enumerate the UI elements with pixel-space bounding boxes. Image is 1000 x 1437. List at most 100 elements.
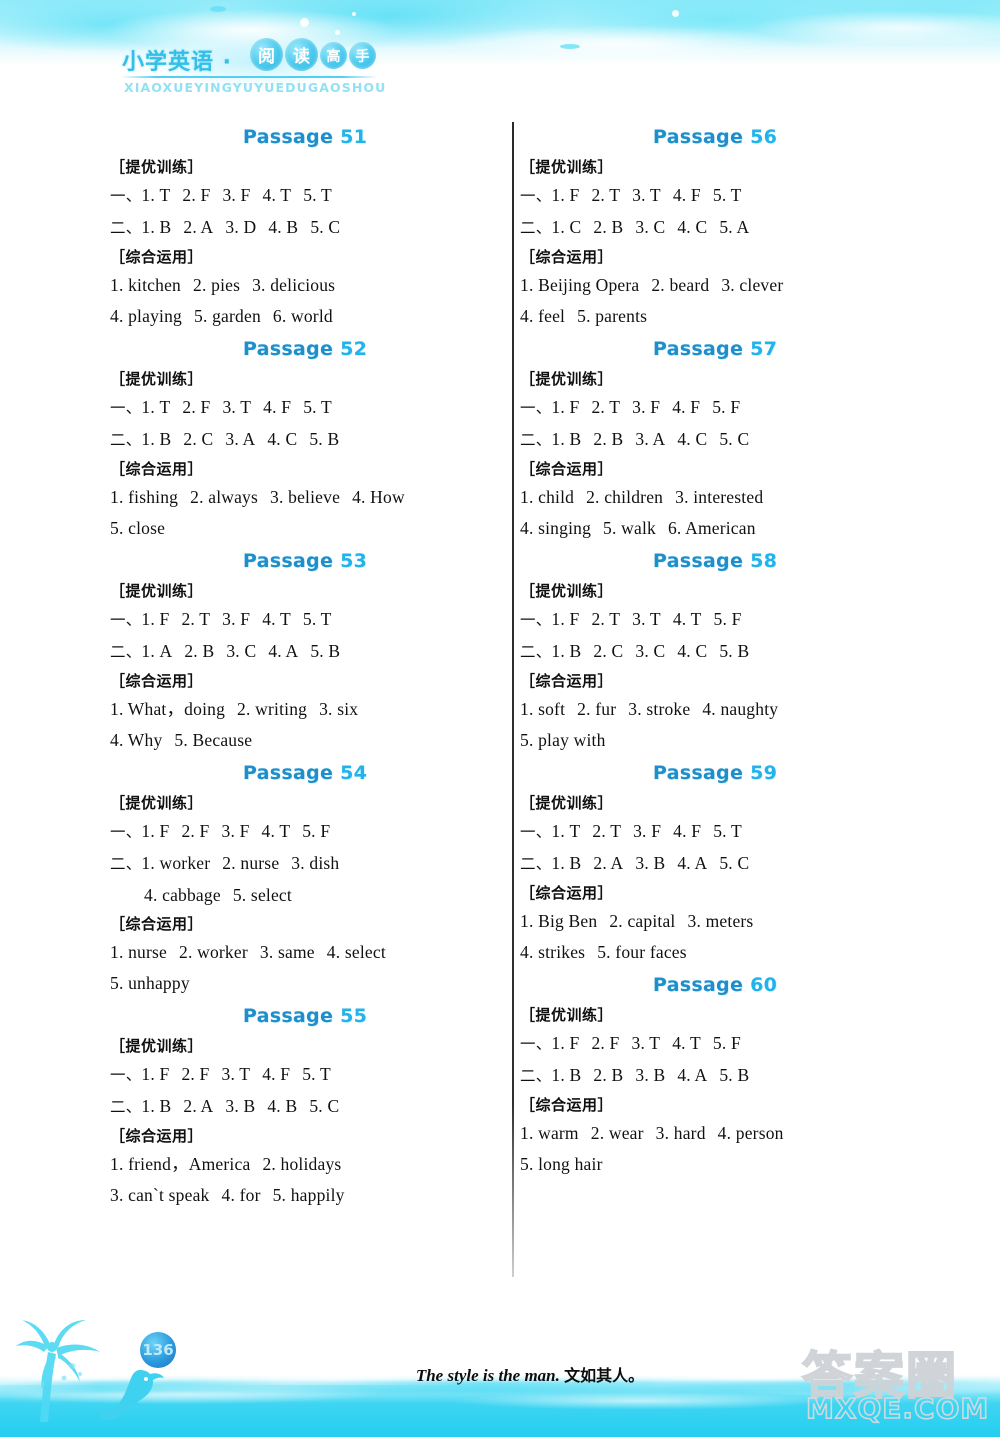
answer-line: 4. cabbage 5. select [110, 880, 500, 911]
footer-quote-cn: 文如其人。 [564, 1366, 645, 1385]
answer-item: 1. B [141, 429, 172, 449]
answer-line: 二、1. B 2. B 3. B 4. A 5. B [520, 1060, 910, 1092]
answer-item: 4. F [672, 397, 701, 417]
answer-item: 5. T [303, 397, 332, 417]
answer-line: 二、1. B 2. C 3. C 4. C 5. B [520, 636, 910, 668]
section-heading-comprehensive: ［综合运用］ [520, 1096, 614, 1114]
answer-line: 一、1. T 2. T 3. F 4. F 5. T [520, 816, 910, 848]
answer-line: 一、1. F 2. T 3. F 4. F 5. F [520, 392, 910, 424]
answer-item: 3. B [635, 853, 666, 873]
answer-item: 2. A [183, 217, 214, 237]
passage-title-word: Passage [242, 1005, 334, 1027]
answer-line: 一、1. F 2. F 3. T 4. F 5. T [110, 1059, 500, 1091]
answer-item: 2. A [593, 853, 624, 873]
answer-item: 1. B [551, 641, 582, 661]
answer-item: 3. A [635, 429, 666, 449]
answer-line: 一、1. F 2. T 3. T 4. T 5. F [520, 604, 910, 636]
answer-item: 1. T [141, 185, 171, 205]
section-heading-training: ［提优训练］ [520, 582, 614, 600]
answer-item: 1. B [141, 217, 172, 237]
passage-title-word: Passage [652, 762, 744, 784]
passage-title: Passage 58 [520, 550, 910, 572]
answer-item: 5. A [719, 217, 750, 237]
answer-item: 1. fishing [110, 487, 179, 507]
answer-item: 1. F [551, 185, 580, 205]
answer-item: 1. friend，America [110, 1154, 251, 1174]
answer-item: 5. four faces [597, 942, 687, 962]
section-heading-comprehensive: ［综合运用］ [110, 1127, 204, 1145]
passage-title: Passage 57 [520, 338, 910, 360]
passage-block: Passage 55 ［提优训练］ 一、1. F 2. F 3. T 4. F 5. T 二、… [110, 1005, 500, 1211]
answer-key-body: Passage 51 ［提优训练］ 一、1. T 2. F 3. F 4. T 5. T 二、… [0, 120, 1000, 1280]
book-title-logo: 小学英语 · 阅 读 高 手 XIAOXUEYINGYUYUEDUGAOSHOU [104, 26, 404, 104]
answer-column-left: Passage 51 ［提优训练］ 一、1. T 2. F 3. F 4. T 5. T 二、… [110, 120, 500, 1215]
answer-item: 3. C [635, 641, 666, 661]
section-heading-comprehensive: ［综合运用］ [520, 460, 614, 478]
answer-line-lead: 一、 [110, 1066, 142, 1084]
answer-item: 3. interested [675, 487, 764, 507]
answer-item: 1. T [141, 397, 171, 417]
answer-item: 2. B [593, 217, 624, 237]
answer-item: 4. person [717, 1123, 784, 1143]
answer-item: 1. F [141, 609, 170, 629]
answer-item: 5. select [232, 885, 292, 905]
logo-bubble-group: 阅 读 高 手 [250, 38, 376, 71]
answer-line: 5. close [110, 513, 500, 544]
answer-line: 1. child 2. children 3. interested [520, 482, 910, 513]
answer-line: 1. fishing 2. always 3. believe 4. How [110, 482, 500, 513]
passage-title: Passage 52 [110, 338, 500, 360]
section-heading-comprehensive: ［综合运用］ [110, 915, 204, 933]
logo-bubble-char: 高 [320, 42, 347, 69]
answer-line: 一、1. F 2. T 3. T 4. F 5. T [520, 180, 910, 212]
answer-item: 3. F [632, 397, 661, 417]
passage-title: Passage 51 [110, 126, 500, 148]
passage-title-number: 54 [340, 762, 368, 784]
answer-item: 3. C [226, 641, 257, 661]
answer-item: 3. same [259, 942, 315, 962]
answer-line: 二、1. B 2. A 3. B 4. B 5. C [110, 1091, 500, 1123]
answer-line: 3. can`t speak 4. for 5. happily [110, 1180, 500, 1211]
answer-item: 4. F [262, 1064, 291, 1084]
answer-line: 5. unhappy [110, 968, 500, 999]
answer-item: 2. T [591, 185, 621, 205]
answer-item: 4. T [672, 1033, 701, 1053]
answer-line: 二、1. B 2. B 3. A 4. C 5. C [520, 424, 910, 456]
answer-item: 5. garden [194, 306, 261, 326]
passage-title: Passage 56 [520, 126, 910, 148]
section-heading-comprehensive: ［综合运用］ [520, 672, 614, 690]
passage-block: Passage 59 ［提优训练］ 一、1. T 2. T 3. F 4. F 5. T 二、… [520, 762, 910, 968]
logo-underline [120, 76, 378, 78]
answer-line: 一、1. F 2. T 3. F 4. T 5. T [110, 604, 500, 636]
section-heading-training: ［提优训练］ [520, 370, 614, 388]
answer-line-lead: 二、 [110, 643, 142, 661]
answer-item: 3. C [635, 217, 666, 237]
answer-line: 4. singing 5. walk 6. American [520, 513, 910, 544]
answer-line: 二、1. C 2. B 3. C 4. C 5. A [520, 212, 910, 244]
passage-title-word: Passage [242, 338, 334, 360]
passage-title-number: 53 [340, 550, 368, 572]
answer-line: 一、1. F 2. F 3. F 4. T 5. F [110, 816, 500, 848]
answer-item: 5. F [302, 821, 331, 841]
passage-title-word: Passage [242, 126, 334, 148]
passage-title-word: Passage [242, 550, 334, 572]
answer-item: 1. nurse [110, 942, 168, 962]
passage-title-word: Passage [652, 550, 744, 572]
answer-item: 2. A [183, 1096, 214, 1116]
answer-line: 1. soft 2. fur 3. stroke 4. naughty [520, 694, 910, 725]
answer-item: 3. B [225, 1096, 256, 1116]
answer-item: 5. B [310, 641, 341, 661]
answer-line: 4. feel 5. parents [520, 301, 910, 332]
answer-item: 3. F [221, 821, 250, 841]
column-divider [512, 122, 514, 1277]
answer-item: 1. Beijing Opera [520, 275, 640, 295]
passage-title-number: 55 [340, 1005, 368, 1027]
answer-item: 2. holidays [262, 1154, 342, 1174]
logo-bubble-char: 读 [285, 38, 318, 71]
answer-line: 1. warm 2. wear 3. hard 4. person [520, 1118, 910, 1149]
answer-item: 5. parents [577, 306, 648, 326]
answer-item: 5. B [719, 641, 750, 661]
answer-item: 5. walk [603, 518, 656, 538]
answer-item: 6. world [272, 306, 333, 326]
answer-item: 2. C [593, 641, 624, 661]
answer-line: 一、1. F 2. F 3. T 4. T 5. F [520, 1028, 910, 1060]
